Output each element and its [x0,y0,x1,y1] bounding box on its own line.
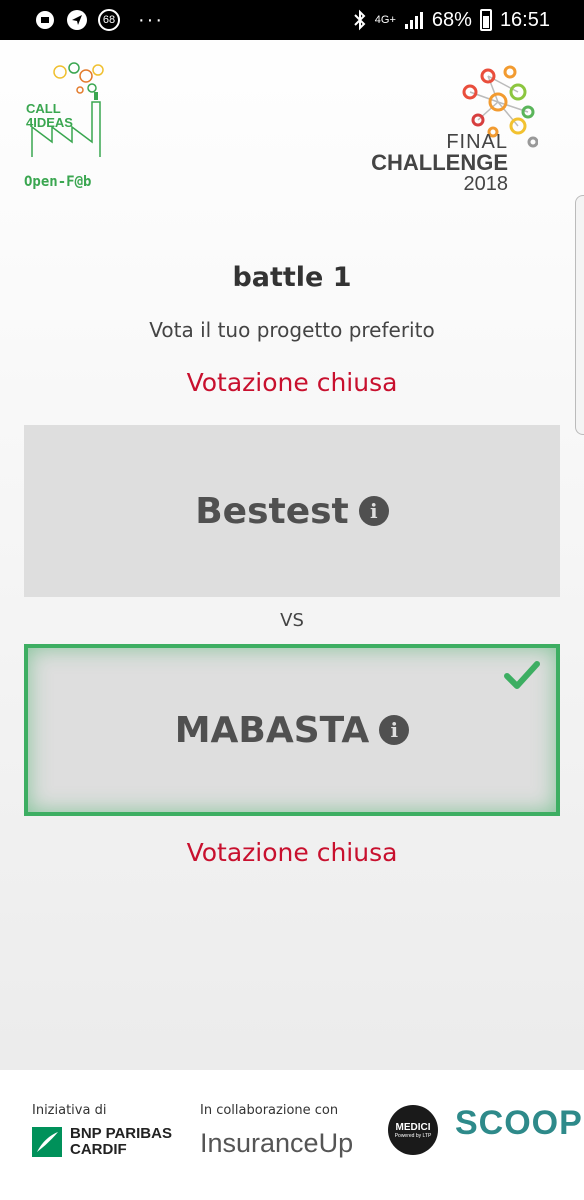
versus-label: VS [280,610,304,631]
more-notifications-icon: ··· [138,8,164,31]
info-icon[interactable]: i [358,496,389,526]
notification-count-badge: 68 [98,9,120,31]
battle-title: battle 1 [232,262,352,293]
ideas-label: 4IDEAS [26,115,73,130]
signal-strength-icon [404,10,424,30]
project-name: MABASTA [174,709,370,751]
final-challenge-logo: FINAL CHALLENGE 2018 [371,62,538,202]
collaboration-label: In collaborazione con [200,1103,339,1118]
call4ideas-logo: CALL 4IDEAS Open-F@b [22,62,122,202]
project-card-bestest[interactable]: Bestest i [24,425,560,597]
final-label: FINAL [446,131,508,153]
year-label: 2018 [463,173,509,195]
project-card-mabasta[interactable]: MABASTA i [24,644,560,816]
bnp-line2: CARDIF [70,1141,127,1158]
challenge-label: CHALLENGE [371,150,508,175]
medici-logo: MEDICI Powered by LTP [388,1105,438,1155]
voting-closed-status-bottom: Votazione chiusa [186,838,398,867]
clock: 16:51 [499,8,550,31]
call-label: CALL [26,101,61,116]
selected-check-icon [504,661,540,689]
bnp-stars-icon [32,1127,62,1157]
bluetooth-icon [353,9,367,31]
medici-label: MEDICI [395,1121,431,1133]
bnp-line1: BNP PARIBAS [70,1125,172,1142]
bnp-paribas-cardif-logo: BNP PARIBAS CARDIF [32,1126,172,1158]
app-notification-icon [34,9,56,31]
initiative-label: Iniziativa di [32,1103,107,1118]
scoop-logo: SCOOP [455,1104,583,1142]
info-icon[interactable]: i [379,715,410,745]
open-fab-label: Open-F@b [24,174,92,190]
insuranceup-logo: InsuranceUp [200,1128,354,1158]
battery-percentage: 68% [431,8,472,31]
medici-sub-label: Powered by LTP [394,1132,432,1139]
navigation-arrow-icon [66,9,88,31]
status-bar: 68 ··· 4G+ 68% 16:51 [0,0,584,40]
project-name: Bestest [195,490,349,532]
voting-closed-status-top: Votazione chiusa [186,368,398,397]
scroll-handle[interactable] [575,195,584,435]
vote-instruction: Vota il tuo progetto preferito [149,318,435,342]
battery-icon [479,9,492,31]
network-type-indicator: 4G+ [374,13,396,26]
